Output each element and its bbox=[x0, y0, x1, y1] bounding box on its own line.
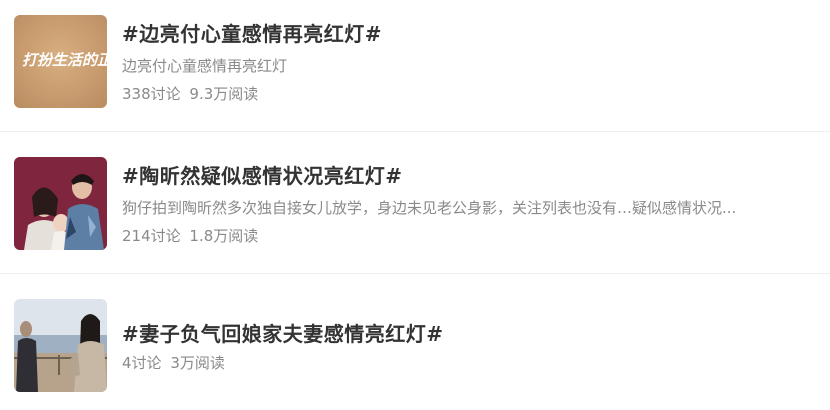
read-count: 3万阅读 bbox=[170, 354, 225, 372]
read-count: 9.3万阅读 bbox=[189, 85, 259, 103]
topic-stats: 214讨论 1.8万阅读 bbox=[122, 225, 258, 246]
thumbnail-caption: 打扮生活的正确方式 bbox=[22, 51, 107, 69]
divider bbox=[0, 273, 830, 274]
discussion-count: 338讨论 bbox=[122, 85, 181, 103]
topic-description: 狗仔拍到陶昕然多次独自接女儿放学，身边未见老公身影，关注列表也没有…疑似感情状况… bbox=[122, 199, 737, 217]
topic-item[interactable]: #陶昕然疑似感情状况亮红灯# 狗仔拍到陶昕然多次独自接女儿放学，身边未见老公身影… bbox=[0, 142, 830, 274]
topic-title[interactable]: #陶昕然疑似感情状况亮红灯# bbox=[122, 160, 403, 189]
topic-thumbnail[interactable]: 打扮生活的正确方式 bbox=[14, 15, 107, 108]
topic-item[interactable]: #妻子负气回娘家夫妻感情亮红灯# 4讨论 3万阅读 bbox=[0, 284, 830, 410]
divider bbox=[0, 131, 830, 132]
topic-description: 边亮付心童感情再亮红灯 bbox=[122, 57, 288, 75]
topic-item[interactable]: 打扮生活的正确方式 #边亮付心童感情再亮红灯# 边亮付心童感情再亮红灯 338讨… bbox=[0, 0, 830, 132]
discussion-count: 4讨论 bbox=[122, 354, 162, 372]
topic-title[interactable]: #妻子负气回娘家夫妻感情亮红灯# bbox=[122, 318, 444, 347]
discussion-count: 214讨论 bbox=[122, 227, 181, 245]
topic-stats: 338讨论 9.3万阅读 bbox=[122, 83, 258, 104]
read-count: 1.8万阅读 bbox=[189, 227, 259, 245]
topic-title[interactable]: #边亮付心童感情再亮红灯# bbox=[122, 18, 382, 47]
topic-stats: 4讨论 3万阅读 bbox=[122, 352, 225, 373]
topic-thumbnail[interactable] bbox=[14, 157, 107, 250]
topic-thumbnail[interactable] bbox=[14, 299, 107, 392]
topic-list: 打扮生活的正确方式 #边亮付心童感情再亮红灯# 边亮付心童感情再亮红灯 338讨… bbox=[0, 0, 830, 410]
